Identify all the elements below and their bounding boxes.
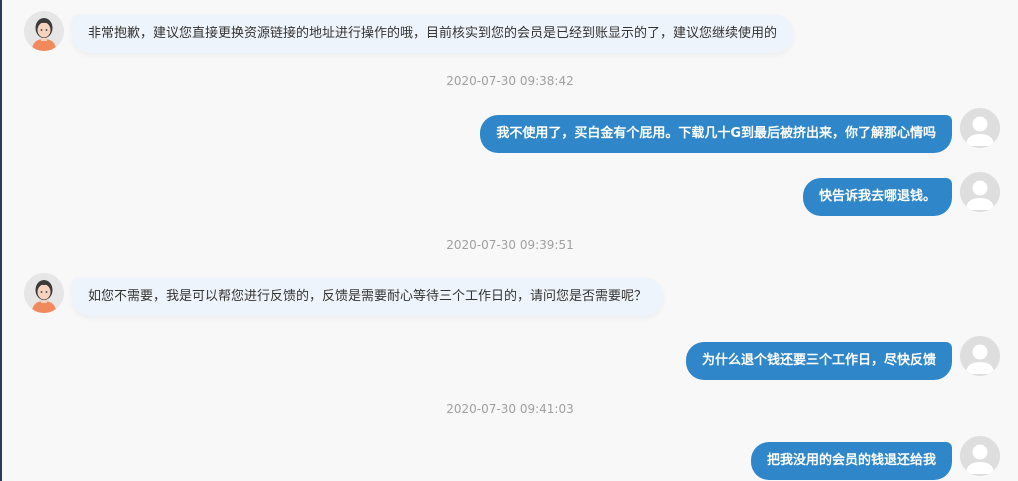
user-avatar-icon <box>960 336 1000 376</box>
agent-message-bubble: 如您不需要，我是可以帮您进行反馈的，反馈是需要耐心等待三个工作日的，请问您是否需… <box>72 278 664 316</box>
user-avatar-icon <box>960 108 1000 148</box>
user-message-bubble: 为什么退个钱还要三个工作日，尽快反馈 <box>685 342 952 380</box>
message-timestamp: 2020-07-30 09:38:42 <box>446 74 574 88</box>
message-timestamp: 2020-07-30 09:39:51 <box>446 238 574 252</box>
user-message-bubble: 把我没用的会员的钱退还给我 <box>750 442 952 480</box>
agent-avatar-icon <box>24 11 64 51</box>
agent-avatar-icon <box>24 273 64 313</box>
user-avatar-icon <box>960 172 1000 212</box>
message-timestamp: 2020-07-30 09:41:03 <box>446 402 574 416</box>
user-message-bubble: 我不使用了，买白金有个屁用。下载几十G到最后被挤出来，你了解那心情吗 <box>480 115 952 153</box>
agent-message-bubble: 非常抱歉，建议您直接更换资源链接的地址进行操作的哦，目前核实到您的会员是已经到账… <box>72 15 794 53</box>
user-avatar-icon <box>960 436 1000 476</box>
user-message-bubble: 快告诉我去哪退钱。 <box>802 178 952 216</box>
chat-window: 非常抱歉，建议您直接更换资源链接的地址进行操作的哦，目前核实到您的会员是已经到账… <box>0 0 1018 481</box>
